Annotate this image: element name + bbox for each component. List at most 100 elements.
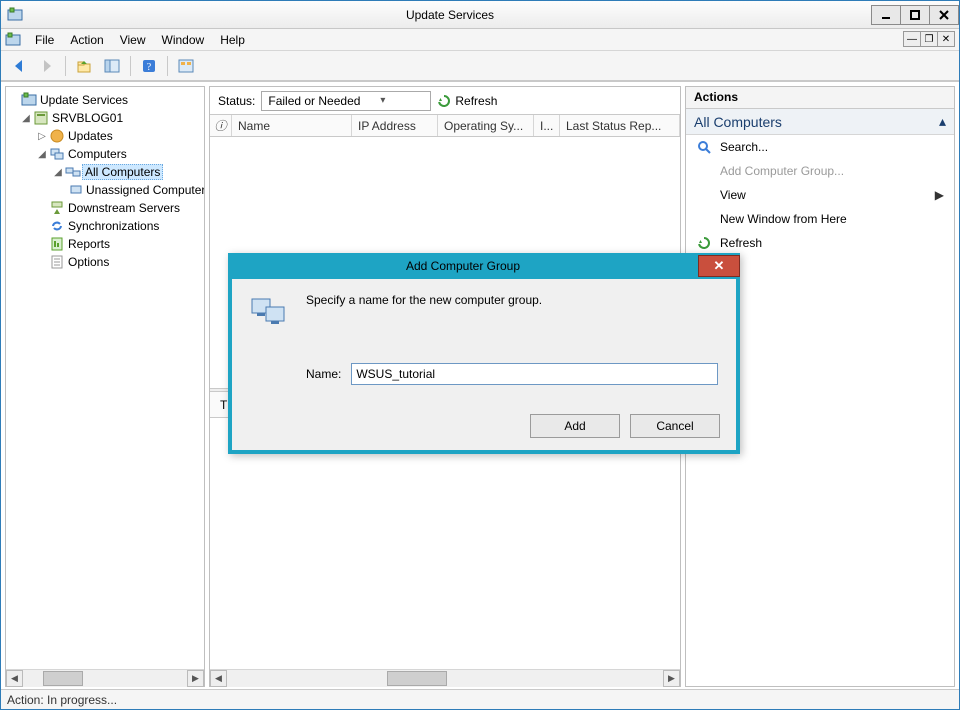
group-name-input[interactable] [351,363,718,385]
menu-action[interactable]: Action [62,31,111,49]
close-button[interactable] [929,5,959,25]
cancel-button[interactable]: Cancel [630,414,720,438]
tree-updates-label: Updates [66,129,115,143]
scroll-thumb[interactable] [387,671,447,686]
maximize-button[interactable] [900,5,930,25]
options-icon [48,254,66,270]
tree-updates[interactable]: ▷ Updates [8,127,202,145]
statusbar: Action: In progress... [1,689,959,709]
minimize-button[interactable] [871,5,901,25]
center-horizontal-scrollbar[interactable]: ◀ ▶ [210,669,680,686]
detail-body [210,418,680,669]
status-combo[interactable]: Failed or Needed [261,91,431,111]
refresh-label: Refresh [455,94,497,108]
computers-icon [48,146,66,162]
dialog-name-label: Name: [306,367,341,381]
view-options-button[interactable] [174,54,198,78]
col-info[interactable]: ⓘ [210,115,232,136]
tree-options[interactable]: Options [8,253,202,271]
action-new-window[interactable]: New Window from Here [686,207,954,231]
app-icon [1,7,29,23]
reports-icon [48,236,66,252]
server-icon [32,110,50,126]
scroll-thumb[interactable] [43,671,83,686]
col-ip[interactable]: IP Address [352,115,438,136]
tree-server[interactable]: ◢ SRVBLOG01 [8,109,202,127]
scroll-left-arrow[interactable]: ◀ [6,670,23,687]
show-hide-tree-button[interactable] [100,54,124,78]
toolbar: ? [1,51,959,81]
mdi-close[interactable]: ✕ [937,31,955,47]
tree-computers[interactable]: ◢ Computers [8,145,202,163]
nav-forward-button[interactable] [35,54,59,78]
actions-header: Actions [686,87,954,109]
tree-root-label: Update Services [38,93,130,107]
menubar: File Action View Window Help — ❐ ✕ [1,29,959,51]
dialog-close-button[interactable]: ✕ [698,255,740,277]
menu-view[interactable]: View [112,31,154,49]
tree-root[interactable]: Update Services [8,91,202,109]
refresh-icon [437,94,451,108]
action-refresh-label: Refresh [720,236,762,250]
help-button[interactable]: ? [137,54,161,78]
menu-window[interactable]: Window [154,31,213,49]
update-services-icon [20,92,38,108]
col-os[interactable]: Operating Sy... [438,115,534,136]
mdi-minimize[interactable]: — [903,31,921,47]
submenu-arrow-icon: ▶ [935,188,944,202]
menu-help[interactable]: Help [212,31,253,49]
menu-file[interactable]: File [27,31,62,49]
dialog-titlebar: Add Computer Group ✕ [228,253,740,279]
action-refresh[interactable]: Refresh [686,231,954,255]
action-view-label: View [720,188,746,202]
nav-back-button[interactable] [7,54,31,78]
mdi-restore[interactable]: ❐ [920,31,938,47]
tree-horizontal-scrollbar[interactable]: ◀ ▶ [6,669,204,686]
tree-reports[interactable]: Reports [8,235,202,253]
nav-tree[interactable]: Update Services ◢ SRVBLOG01 ▷ Updates ◢ … [6,87,204,669]
tree-unassigned[interactable]: Unassigned Computers [8,181,202,199]
refresh-button[interactable]: Refresh [437,94,497,108]
dialog-description: Specify a name for the new computer grou… [306,293,542,307]
sync-icon [48,218,66,234]
downstream-icon [48,200,66,216]
col-name[interactable]: Name [232,115,352,136]
scroll-left-arrow[interactable]: ◀ [210,670,227,687]
titlebar: Update Services [1,1,959,29]
expander-icon[interactable]: ◢ [52,167,64,178]
up-level-button[interactable] [72,54,96,78]
window-title: Update Services [29,8,871,22]
search-icon [696,140,712,154]
col-installed[interactable]: I... [534,115,560,136]
scroll-right-arrow[interactable]: ▶ [187,670,204,687]
dialog-title: Add Computer Group [228,259,698,273]
filter-bar: Status: Failed or Needed Refresh [210,87,680,115]
tree-unassigned-label: Unassigned Computers [84,183,204,197]
refresh-icon [696,236,712,250]
collapse-section-icon[interactable]: ▴ [939,113,946,130]
actions-section-title[interactable]: All Computers ▴ [686,109,954,135]
computer-group-icon [250,293,290,329]
tree-server-label: SRVBLOG01 [50,111,125,125]
expander-icon[interactable]: ◢ [20,113,32,124]
tree-computers-label: Computers [66,147,129,161]
action-view[interactable]: View ▶ [686,183,954,207]
mmc-app-icon [5,32,27,48]
add-button[interactable]: Add [530,414,620,438]
add-computer-group-dialog: Add Computer Group ✕ Specify a name for … [228,253,740,454]
action-search-label: Search... [720,140,768,154]
tree-downstream[interactable]: Downstream Servers [8,199,202,217]
expander-icon[interactable]: ▷ [36,131,48,142]
status-combo-value: Failed or Needed [268,94,360,108]
tree-sync[interactable]: Synchronizations [8,217,202,235]
action-search[interactable]: Search... [686,135,954,159]
action-add-computer-group: Add Computer Group... [686,159,954,183]
scroll-right-arrow[interactable]: ▶ [663,670,680,687]
statusbar-text: Action: In progress... [7,693,117,707]
action-add-group-label: Add Computer Group... [720,164,844,178]
tree-all-computers[interactable]: ◢ All Computers [8,163,202,181]
tree-downstream-label: Downstream Servers [66,201,182,215]
status-label: Status: [218,94,255,108]
expander-icon[interactable]: ◢ [36,149,48,160]
col-last-report[interactable]: Last Status Rep... [560,115,680,136]
